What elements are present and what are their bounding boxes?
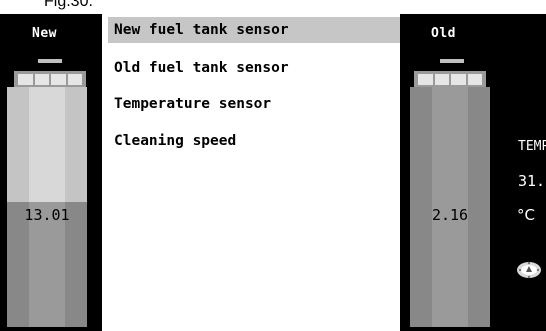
speed-dial-icon [517, 261, 541, 279]
old-tank-value: 2.16 [431, 206, 469, 224]
new-tank-gauge: 13.01 [7, 87, 87, 327]
temperature-value: 31.0 [518, 172, 546, 190]
menu-item-temperature-sensor[interactable]: Temperature sensor [108, 91, 400, 117]
figure-label: Fig.30. [44, 0, 93, 10]
menu-item-new-fuel-tank-sensor[interactable]: New fuel tank sensor [108, 17, 400, 43]
old-tank-panel: Old 2.16 TEMP 31.0 °C [402, 14, 546, 331]
new-tank-value: 13.01 [24, 206, 70, 224]
new-tank-panel: New 13.01 [0, 14, 100, 331]
device-screen: New 13.01 New fuel tank sensor Old fuel … [0, 14, 546, 331]
old-tank-title: Old [431, 26, 456, 41]
temperature-unit: °C [517, 206, 535, 224]
settings-menu: New fuel tank sensor Old fuel tank senso… [102, 14, 400, 331]
new-tank-title: New [32, 26, 57, 41]
tank-cap-icon [414, 71, 486, 87]
temperature-label: TEMP [518, 139, 546, 154]
old-tank-indicator-dash [440, 59, 464, 63]
menu-item-old-fuel-tank-sensor[interactable]: Old fuel tank sensor [108, 55, 400, 81]
tank-cap-icon [14, 71, 86, 87]
menu-item-cleaning-speed[interactable]: Cleaning speed [108, 128, 400, 154]
new-tank-indicator-dash [38, 59, 62, 63]
old-tank-gauge: 2.16 [410, 87, 490, 327]
